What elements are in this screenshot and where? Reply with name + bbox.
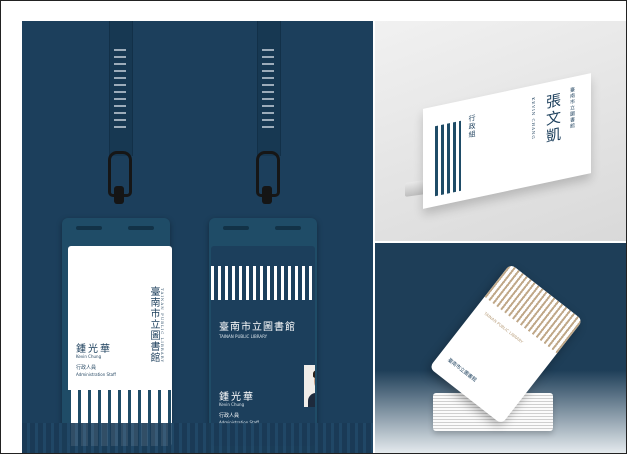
badge-person-name: 鍾光華 [76,344,112,355]
lanyard-hook-left [114,186,124,204]
desk-plate-title: 行政組 [468,113,476,140]
badge-library-name: 臺南市立圖書館 [219,322,296,333]
business-card-library-name: 臺南市立圖書館 [446,357,478,384]
lanyard-right [257,21,281,156]
badge-portrait-photo [304,365,315,407]
desk-name-plate: 行政組 KEVIN CHANG 張文凱 臺南市立圖書館 [423,73,591,209]
badge-role: 行政人員 [76,365,97,371]
badge-role-en: Administration Staff [76,372,116,377]
badge-library-name-en: TAINAN PUBLIC LIBRARY [160,288,165,364]
floor-pattern [22,423,373,453]
desk-plate-stripes [435,120,461,197]
badge-person-name: 鍾光華 [219,392,255,403]
desk-plate-name-en: KEVIN CHANG [531,96,536,141]
photo-collage: 臺南市立圖書館 TAINAN PUBLIC LIBRARY 鍾光華 Kevin … [0,0,627,454]
badge-person-name-en: Kevin Chung [76,354,102,359]
lanyard-hook-right [262,186,272,204]
lanyard-left [109,21,133,156]
badge-library-name-en: TAINAN PUBLIC LIBRARY [219,334,268,339]
badge-card-navy: 臺南市立圖書館 TAINAN PUBLIC LIBRARY 鍾光華 Kevin … [211,246,315,446]
business-card-panel: TAINAN PUBLIC LIBRARY 臺南市立圖書館 [375,243,626,453]
desk-plate-panel: 行政組 KEVIN CHANG 張文凱 臺南市立圖書館 [375,21,626,241]
desk-plate-org: 臺南市立圖書館 [569,86,575,130]
desk-plate-name: 張文凱 [544,91,562,147]
badge-role: 行政人員 [219,413,240,419]
badge-library-name: 臺南市立圖書館 [148,286,159,363]
id-badge-panel: 臺南市立圖書館 TAINAN PUBLIC LIBRARY 鍾光華 Kevin … [22,21,373,453]
badge-stripe-pattern [211,266,315,300]
badge-card-white: 臺南市立圖書館 TAINAN PUBLIC LIBRARY 鍾光華 Kevin … [68,246,172,446]
badge-person-name-en: Kevin Chung [219,402,245,407]
business-card-stripe-pattern [484,263,583,354]
